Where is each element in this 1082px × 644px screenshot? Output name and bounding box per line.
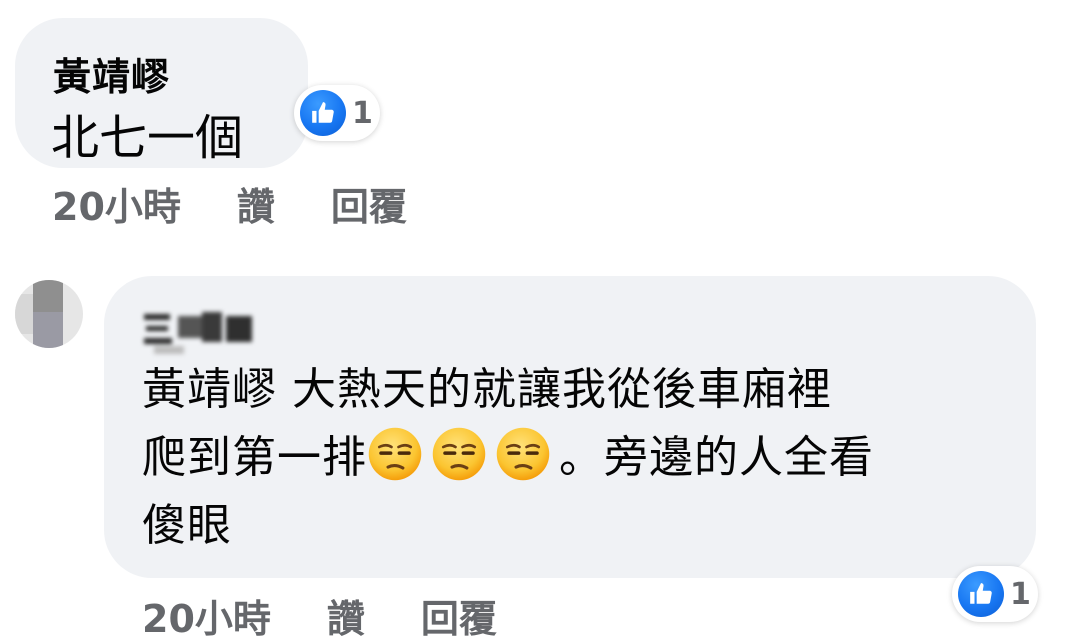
timestamp[interactable]: 20小時 <box>142 588 271 643</box>
comment-bubble-2: 黃靖嵺 大熱天的就讓我從後車廂裡 爬到第一排 。旁邊的人全看 傻眼 <box>104 276 1036 578</box>
reaction-summary[interactable]: 1 <box>952 566 1038 622</box>
comment-author-blurred[interactable] <box>144 306 274 354</box>
comment-text: 黃靖嵺 大熱天的就讓我從後車廂裡 爬到第一排 。旁邊的人全看 傻眼 <box>142 356 1012 560</box>
comment-line-1: 黃靖嵺 大熱天的就讓我從後車廂裡 <box>142 356 1012 424</box>
comment-text-part: 爬到第一排 <box>142 432 367 483</box>
comment-text: 北七一個 <box>51 110 244 166</box>
comment-text-part: 。旁邊的人全看 <box>559 432 874 483</box>
comment-text-part: 大熱天的就讓我從後車廂裡 <box>277 364 832 415</box>
thumbs-up-icon <box>958 571 1004 617</box>
timestamp[interactable]: 20小時 <box>52 176 181 231</box>
reaction-count: 1 <box>352 95 373 131</box>
comment-meta: 20小時 讚 回覆 <box>142 588 497 643</box>
unamused-face-emoji <box>368 427 422 481</box>
comment-line-3: 傻眼 <box>142 500 232 551</box>
comment-bubble-1: 黃靖嵺 北七一個 <box>15 18 308 168</box>
reaction-summary[interactable]: 1 <box>294 85 380 141</box>
comment-author[interactable]: 黃靖嵺 <box>53 46 170 101</box>
avatar[interactable] <box>15 280 83 348</box>
mention-link[interactable]: 黃靖嵺 <box>142 364 277 415</box>
reply-button[interactable]: 回覆 <box>421 588 497 643</box>
reaction-count: 1 <box>1010 576 1031 612</box>
comment-meta: 20小時 讚 回覆 <box>52 176 407 231</box>
unamused-face-emoji <box>432 427 486 481</box>
emoji-group <box>367 427 559 483</box>
thumbs-up-icon <box>300 90 346 136</box>
like-button[interactable]: 讚 <box>237 176 275 231</box>
like-button[interactable]: 讚 <box>327 588 365 643</box>
comment-line-2: 爬到第一排 。旁邊的人全看 <box>142 424 1012 492</box>
reply-button[interactable]: 回覆 <box>331 176 407 231</box>
unamused-face-emoji <box>496 427 550 481</box>
